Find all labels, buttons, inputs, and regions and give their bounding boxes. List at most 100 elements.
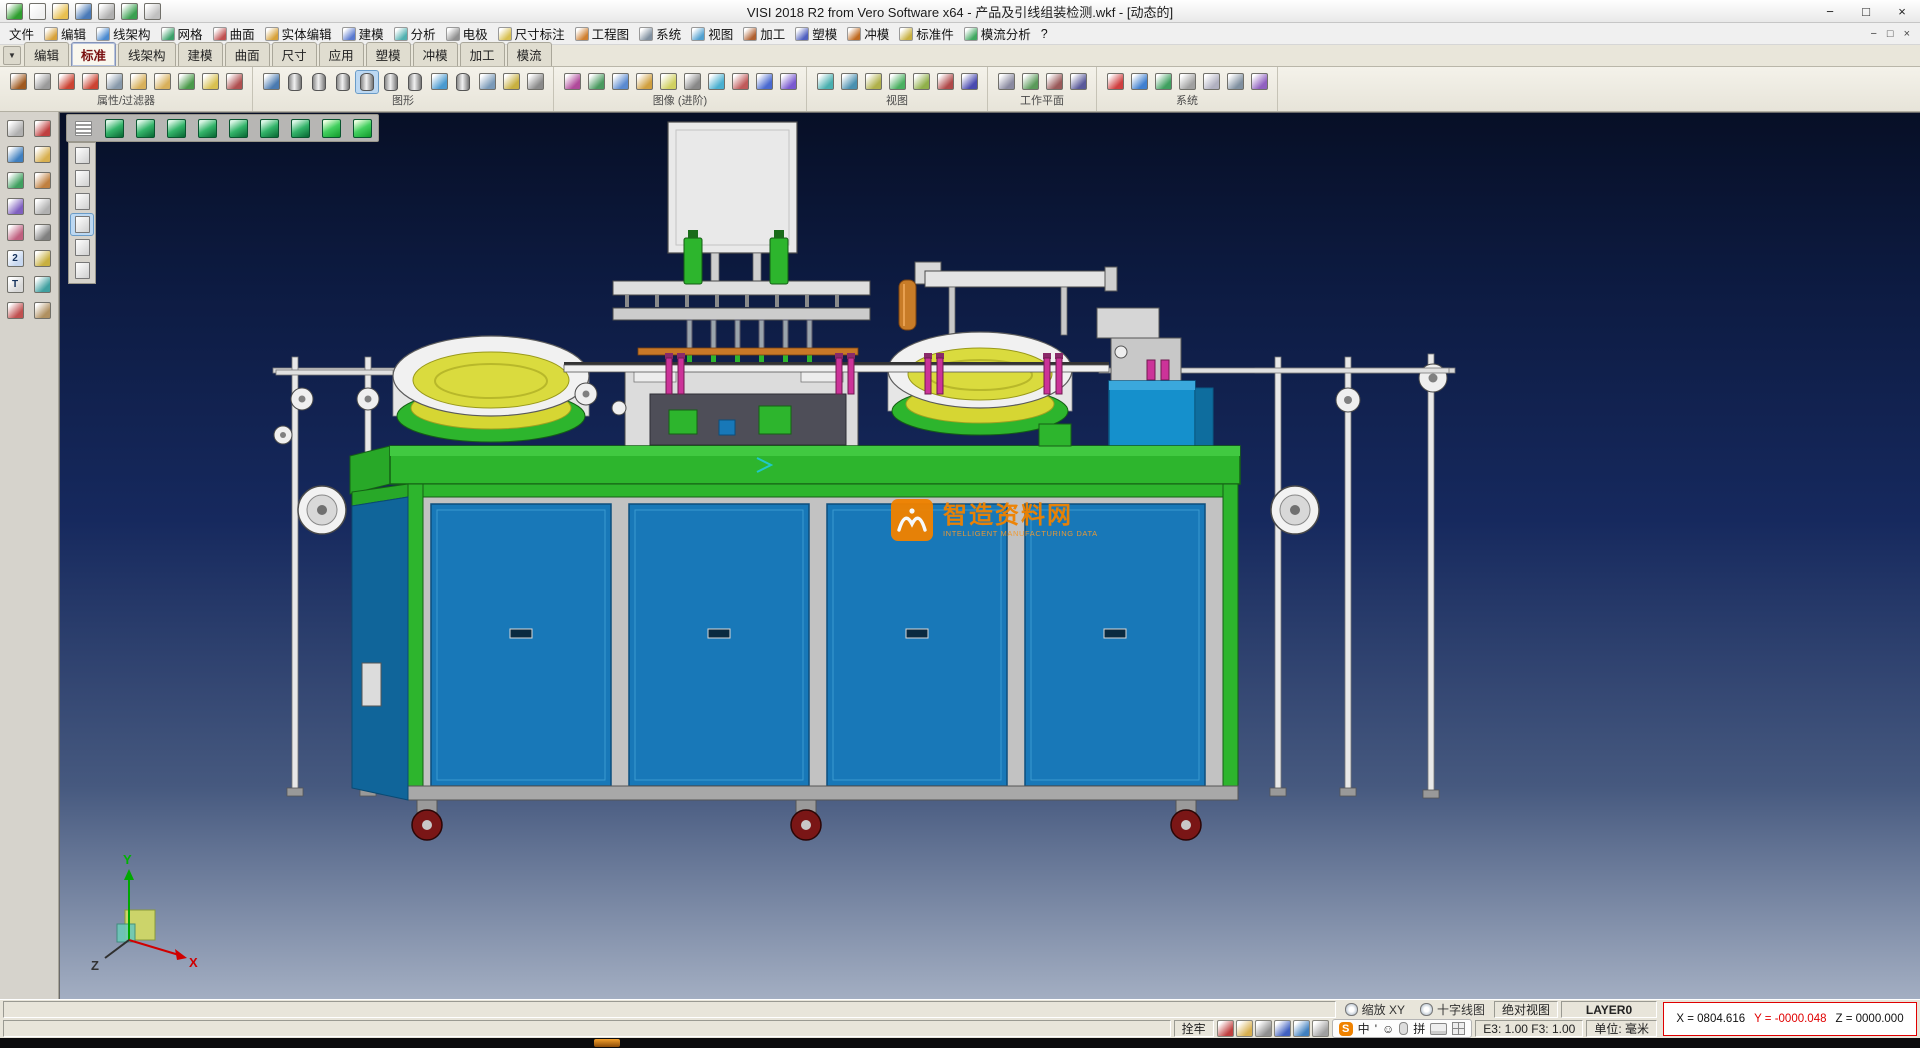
pencil-green-icon[interactable] bbox=[175, 71, 197, 93]
screen-icon[interactable] bbox=[1217, 1020, 1234, 1037]
mdi-restore-button[interactable]: □ bbox=[1887, 28, 1894, 40]
cylinder-icon[interactable] bbox=[284, 71, 306, 93]
menu-item[interactable]: 冲模 bbox=[842, 22, 894, 45]
monitor-icon[interactable] bbox=[1128, 71, 1150, 93]
tab[interactable]: 编辑 bbox=[24, 42, 69, 66]
cylinder-icon[interactable] bbox=[308, 71, 330, 93]
workplane-page-icon[interactable] bbox=[71, 145, 93, 166]
back-view-icon[interactable] bbox=[164, 116, 188, 140]
open-folder-icon[interactable] bbox=[51, 2, 69, 20]
refresh-red-icon[interactable] bbox=[55, 71, 77, 93]
tab[interactable]: 尺寸 bbox=[272, 42, 317, 66]
menu-item[interactable]: 标准件 bbox=[894, 22, 959, 45]
machine-model[interactable] bbox=[273, 122, 1455, 840]
menu-item[interactable]: 系统 bbox=[634, 22, 686, 45]
ime-emoji-icon[interactable]: ☺ bbox=[1382, 1022, 1394, 1036]
snap-icon[interactable] bbox=[1176, 71, 1198, 93]
workplane-page-icon[interactable] bbox=[71, 191, 93, 212]
view-mode-field[interactable]: 绝对视图 bbox=[1494, 1001, 1558, 1018]
palette-icon[interactable] bbox=[729, 71, 751, 93]
view-cube-icon[interactable] bbox=[120, 2, 138, 20]
palette-icon[interactable] bbox=[2, 297, 28, 323]
ime-language-toggle[interactable]: 中 bbox=[1358, 1020, 1370, 1037]
tab[interactable]: 曲面 bbox=[225, 42, 270, 66]
zoom-window-icon[interactable] bbox=[838, 71, 860, 93]
menu-item[interactable]: ? bbox=[1036, 22, 1053, 45]
text-icon[interactable]: T bbox=[2, 271, 28, 297]
shade-icon[interactable] bbox=[633, 71, 655, 93]
ime-toolbox-icon[interactable] bbox=[1452, 1022, 1465, 1035]
sheet-icon[interactable] bbox=[29, 193, 55, 219]
axonometric-view-icon[interactable] bbox=[319, 116, 343, 140]
3d-viewport[interactable]: Y X Z 智造资料网 bbox=[59, 112, 1920, 999]
tab[interactable]: 模流 bbox=[507, 42, 552, 66]
pencil-add-icon[interactable] bbox=[151, 71, 173, 93]
matrix-icon[interactable] bbox=[1224, 71, 1246, 93]
minimize-button[interactable]: − bbox=[1812, 1, 1848, 22]
workplane-page-icon[interactable] bbox=[71, 237, 93, 258]
cylinder-active-icon[interactable] bbox=[356, 71, 378, 93]
layers-icon[interactable] bbox=[2, 193, 28, 219]
rotate-icon[interactable] bbox=[2, 167, 28, 193]
left-view-icon[interactable] bbox=[195, 116, 219, 140]
paint-icon[interactable] bbox=[2, 219, 28, 245]
gear-icon[interactable] bbox=[1255, 1020, 1272, 1037]
info-icon[interactable] bbox=[753, 71, 775, 93]
clipboard-icon[interactable] bbox=[29, 297, 55, 323]
workplane-lock-icon[interactable] bbox=[71, 260, 93, 281]
plane-align-icon[interactable] bbox=[1019, 71, 1041, 93]
folder-icon[interactable] bbox=[1236, 1020, 1253, 1037]
ime-quote-icon[interactable]: ' bbox=[1375, 1022, 1377, 1036]
workplane-icon[interactable] bbox=[995, 71, 1017, 93]
workplane-page-icon[interactable] bbox=[71, 168, 93, 189]
photo-icon[interactable] bbox=[609, 71, 631, 93]
dynamic-view-icon[interactable] bbox=[862, 71, 884, 93]
help-icon[interactable] bbox=[1274, 1020, 1291, 1037]
magnet-icon[interactable] bbox=[7, 71, 29, 93]
menu-item[interactable]: 模流分析 bbox=[959, 22, 1036, 45]
cylinder-icon[interactable] bbox=[332, 71, 354, 93]
new-file-icon[interactable] bbox=[28, 2, 46, 20]
eye-icon[interactable] bbox=[910, 71, 932, 93]
workplane-page-active-icon[interactable] bbox=[71, 214, 93, 235]
menu-item[interactable]: 视图 bbox=[686, 22, 738, 45]
counter-2-icon[interactable] bbox=[1293, 1020, 1310, 1037]
sogou-logo-icon[interactable]: S bbox=[1339, 1022, 1353, 1036]
lock-field[interactable]: 拴牢 bbox=[1174, 1020, 1214, 1037]
swirl-icon[interactable] bbox=[260, 71, 282, 93]
camera-icon[interactable] bbox=[681, 71, 703, 93]
eraser-icon[interactable] bbox=[127, 71, 149, 93]
render-icon[interactable] bbox=[561, 71, 583, 93]
ime-pinyin-toggle[interactable]: 拼 bbox=[1413, 1020, 1425, 1037]
printer-icon[interactable] bbox=[1312, 1020, 1329, 1037]
menu-item[interactable]: 加工 bbox=[738, 22, 790, 45]
tab[interactable]: 建模 bbox=[178, 42, 223, 66]
select-box-icon[interactable] bbox=[2, 115, 28, 141]
tab-dropdown-button[interactable]: ▼ bbox=[3, 46, 21, 65]
color-grid-icon[interactable] bbox=[1104, 71, 1126, 93]
tab[interactable]: 加工 bbox=[460, 42, 505, 66]
light-icon[interactable] bbox=[657, 71, 679, 93]
cylinder-icon[interactable] bbox=[380, 71, 402, 93]
redraw-icon[interactable] bbox=[958, 71, 980, 93]
tool-icon[interactable] bbox=[524, 71, 546, 93]
pencil-icon[interactable] bbox=[29, 141, 55, 167]
plane-view-icon[interactable] bbox=[1067, 71, 1089, 93]
crosshair-toggle[interactable]: 十字线图 bbox=[1414, 1002, 1491, 1017]
swap-red-icon[interactable] bbox=[79, 71, 101, 93]
gem-icon[interactable] bbox=[777, 71, 799, 93]
cylinder-pair-icon[interactable] bbox=[452, 71, 474, 93]
close-button[interactable]: × bbox=[1884, 1, 1920, 22]
tab[interactable]: 塑模 bbox=[366, 42, 411, 66]
mdi-close-button[interactable]: × bbox=[1904, 28, 1910, 40]
measure-icon[interactable] bbox=[500, 71, 522, 93]
print-icon[interactable] bbox=[97, 2, 115, 20]
tab[interactable]: 线架构 bbox=[118, 42, 176, 66]
mdi-minimize-button[interactable]: − bbox=[1870, 28, 1876, 40]
tab[interactable]: 冲模 bbox=[413, 42, 458, 66]
view-list-icon[interactable] bbox=[71, 116, 95, 140]
settings-green-icon[interactable] bbox=[1152, 71, 1174, 93]
gear-icon[interactable] bbox=[29, 219, 55, 245]
cylinder-green-icon[interactable] bbox=[404, 71, 426, 93]
save-icon[interactable] bbox=[74, 2, 92, 20]
